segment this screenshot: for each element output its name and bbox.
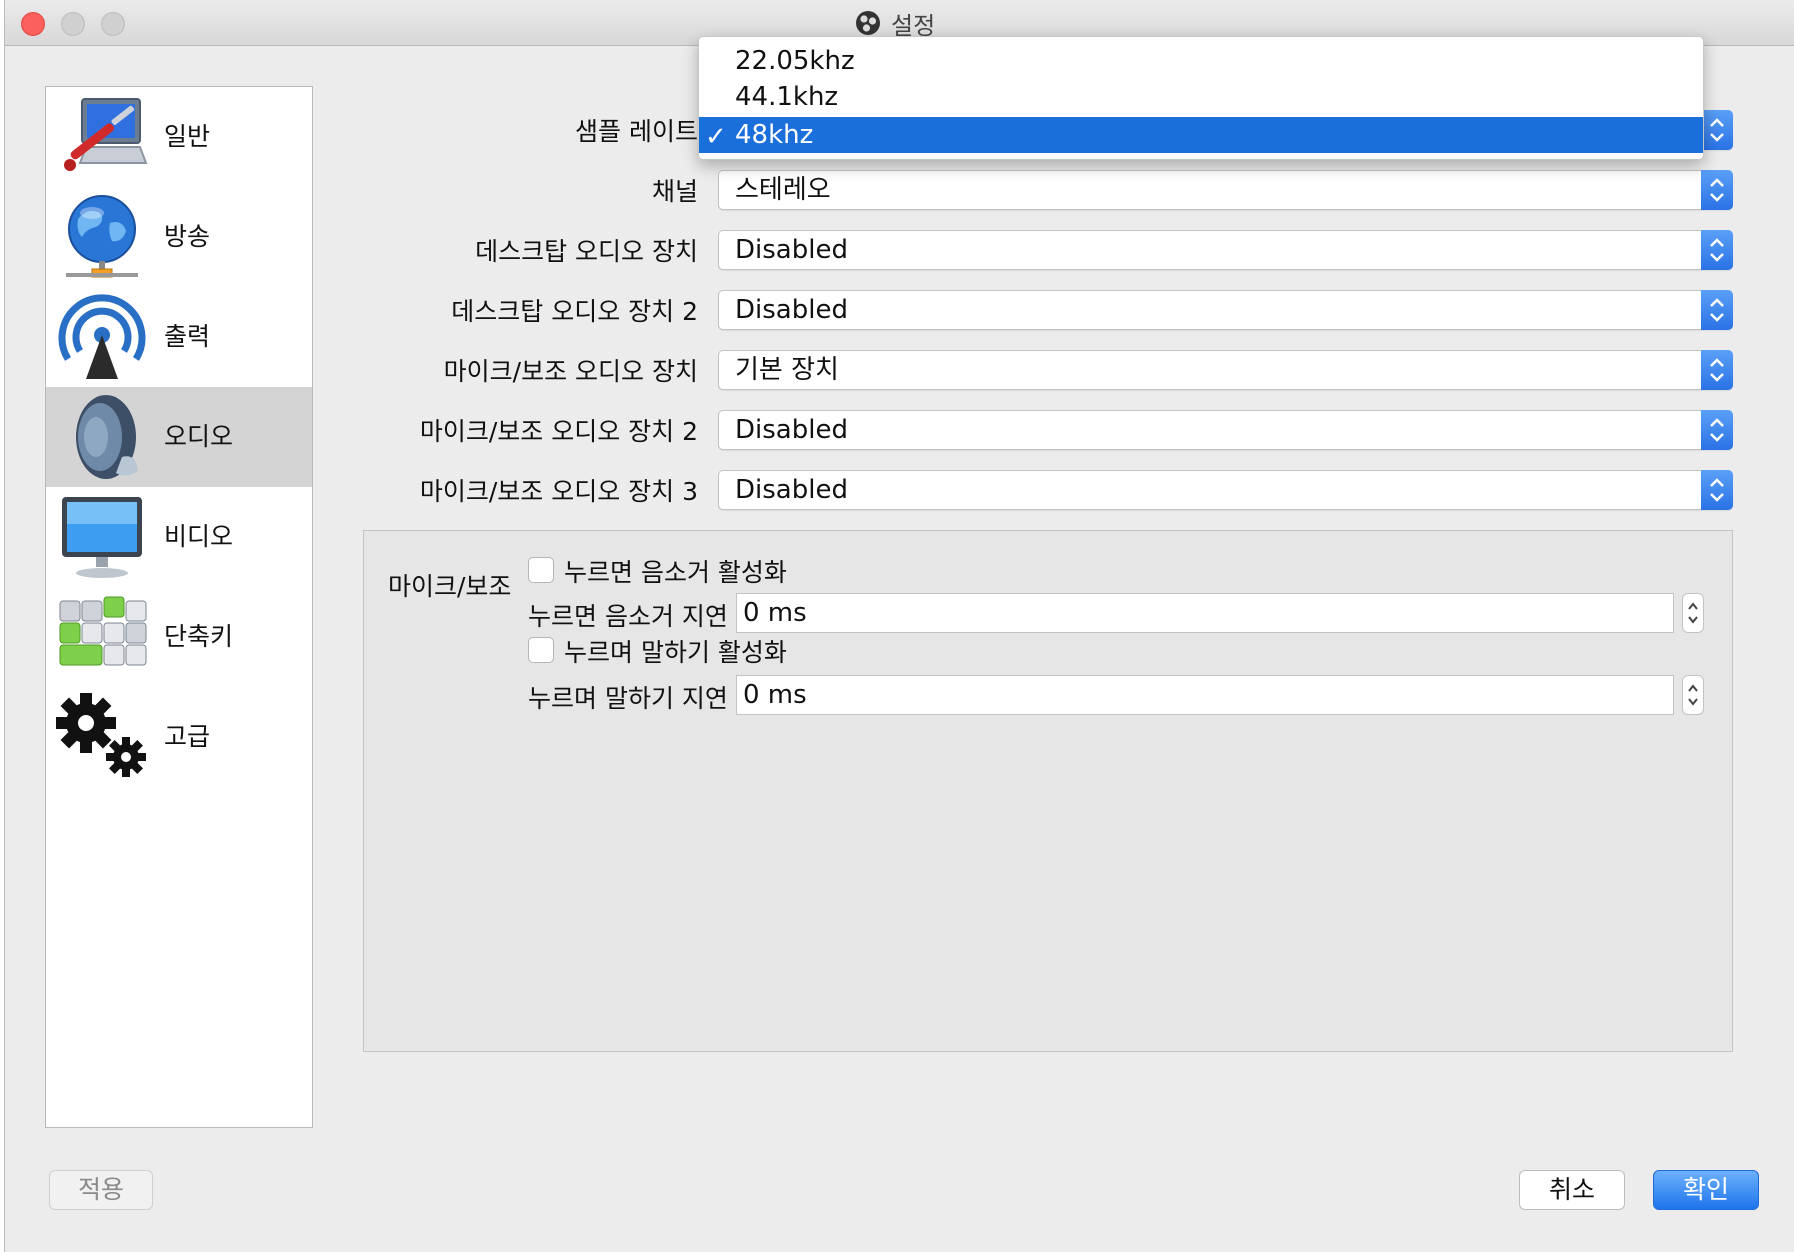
chevron-updown-icon — [1701, 170, 1733, 210]
mic-aux-value: 기본 장치 — [735, 355, 839, 385]
mic-aux-3-select[interactable]: Disabled — [718, 470, 1733, 510]
channel-label: 채널 — [651, 177, 698, 206]
sidebar-item-label: 방송 — [164, 222, 211, 251]
sidebar-item-label: 오디오 — [164, 422, 234, 451]
sidebar-item-label: 일반 — [164, 122, 211, 151]
checkmark-icon: ✓ — [705, 122, 727, 152]
desktop-audio-2-select[interactable]: Disabled — [718, 290, 1733, 330]
sidebar-item-general[interactable]: 일반 — [46, 87, 312, 187]
sidebar-item-stream[interactable]: 방송 — [46, 187, 312, 287]
push-to-talk-label[interactable]: 누르며 말하기 활성화 — [564, 633, 787, 669]
push-to-mute-delay-input[interactable]: 0 ms — [736, 593, 1674, 633]
push-to-talk-delay-input[interactable]: 0 ms — [736, 675, 1674, 715]
globe-network-icon — [66, 195, 138, 278]
chevron-updown-icon — [1701, 290, 1733, 330]
mic-aux-label: 마이크/보조 오디오 장치 — [443, 357, 698, 386]
chevron-updown-icon — [1701, 110, 1733, 150]
desktop-audio-2-value: Disabled — [735, 295, 848, 325]
monitor-icon — [62, 497, 142, 578]
chevron-updown-icon — [1701, 470, 1733, 510]
mic-aux-group-title: 마이크/보조 — [388, 572, 512, 601]
computer-wrench-icon — [64, 98, 148, 171]
mic-aux-3-value: Disabled — [735, 475, 848, 505]
obs-logo-icon — [856, 11, 880, 35]
chevron-updown-icon — [1701, 410, 1733, 450]
sample-rate-label: 샘플 레이트 — [575, 117, 698, 146]
mic-aux-2-value: Disabled — [735, 415, 848, 445]
push-to-mute-delay-label: 누르면 음소거 지연 — [528, 602, 728, 631]
cancel-button[interactable]: 취소 — [1519, 1170, 1625, 1210]
zoom-window-button[interactable] — [101, 12, 125, 36]
minimize-window-button[interactable] — [61, 12, 85, 36]
desktop-audio-select[interactable]: Disabled — [718, 230, 1733, 270]
settings-window: 설정 일반 방송 출력 오디오 비디오 단축키 고급 샘플 레이트 채널 데스크… — [4, 0, 1794, 1252]
chevron-updown-icon — [1701, 230, 1733, 270]
sample-rate-option[interactable]: 44.1khz — [699, 79, 1703, 115]
sample-rate-option-selected[interactable]: ✓ 48khz — [699, 117, 1703, 153]
apply-button[interactable]: 적용 — [49, 1170, 153, 1210]
window-title-group: 설정 — [855, 8, 935, 40]
push-to-mute-delay-stepper[interactable] — [1682, 593, 1704, 633]
sample-rate-dropdown: 22.05khz 44.1khz ✓ 48khz — [698, 36, 1704, 160]
keyboard-keys-icon — [59, 596, 147, 666]
ok-button[interactable]: 확인 — [1653, 1170, 1759, 1210]
mic-aux-2-select[interactable]: Disabled — [718, 410, 1733, 450]
desktop-audio-label: 데스크탑 오디오 장치 — [475, 237, 698, 266]
speaker-icon — [76, 395, 138, 479]
sidebar-item-hotkeys[interactable]: 단축키 — [46, 587, 312, 687]
desktop-audio-value: Disabled — [735, 235, 848, 265]
mic-aux-3-label: 마이크/보조 오디오 장치 3 — [419, 477, 698, 506]
mic-aux-2-label: 마이크/보조 오디오 장치 2 — [419, 417, 698, 446]
sidebar-item-audio[interactable]: 오디오 — [46, 387, 312, 487]
push-to-mute-label[interactable]: 누르면 음소거 활성화 — [564, 553, 787, 589]
sidebar-item-advanced[interactable]: 고급 — [46, 687, 312, 787]
sidebar-item-label: 단축키 — [164, 622, 234, 651]
push-to-talk-delay-stepper[interactable] — [1682, 675, 1704, 715]
mic-aux-select[interactable]: 기본 장치 — [718, 350, 1733, 390]
sidebar-item-label: 고급 — [164, 722, 211, 751]
push-to-talk-delay-value: 0 ms — [743, 680, 807, 710]
desktop-audio-2-label: 데스크탑 오디오 장치 2 — [451, 297, 698, 326]
gears-icon — [56, 693, 146, 777]
sidebar-item-video[interactable]: 비디오 — [46, 487, 312, 587]
channel-select[interactable]: 스테레오 — [718, 170, 1733, 210]
chevron-updown-icon — [1701, 350, 1733, 390]
sidebar-item-label: 비디오 — [164, 522, 234, 551]
sidebar-item-label: 출력 — [164, 322, 211, 351]
mic-aux-group: 마이크/보조 누르면 음소거 활성화 누르면 음소거 지연 0 ms 누르며 말… — [363, 530, 1733, 1052]
close-window-button[interactable] — [21, 12, 45, 36]
push-to-talk-checkbox[interactable] — [528, 637, 554, 663]
sample-rate-option[interactable]: 22.05khz — [699, 43, 1703, 79]
broadcast-antenna-icon — [58, 294, 146, 379]
sidebar-item-output[interactable]: 출력 — [46, 287, 312, 387]
push-to-talk-delay-label: 누르며 말하기 지연 — [528, 684, 728, 713]
push-to-mute-checkbox[interactable] — [528, 557, 554, 583]
push-to-mute-delay-value: 0 ms — [743, 598, 807, 628]
channel-value: 스테레오 — [735, 175, 831, 205]
settings-sidebar: 일반 방송 출력 오디오 비디오 단축키 고급 — [45, 86, 313, 1128]
